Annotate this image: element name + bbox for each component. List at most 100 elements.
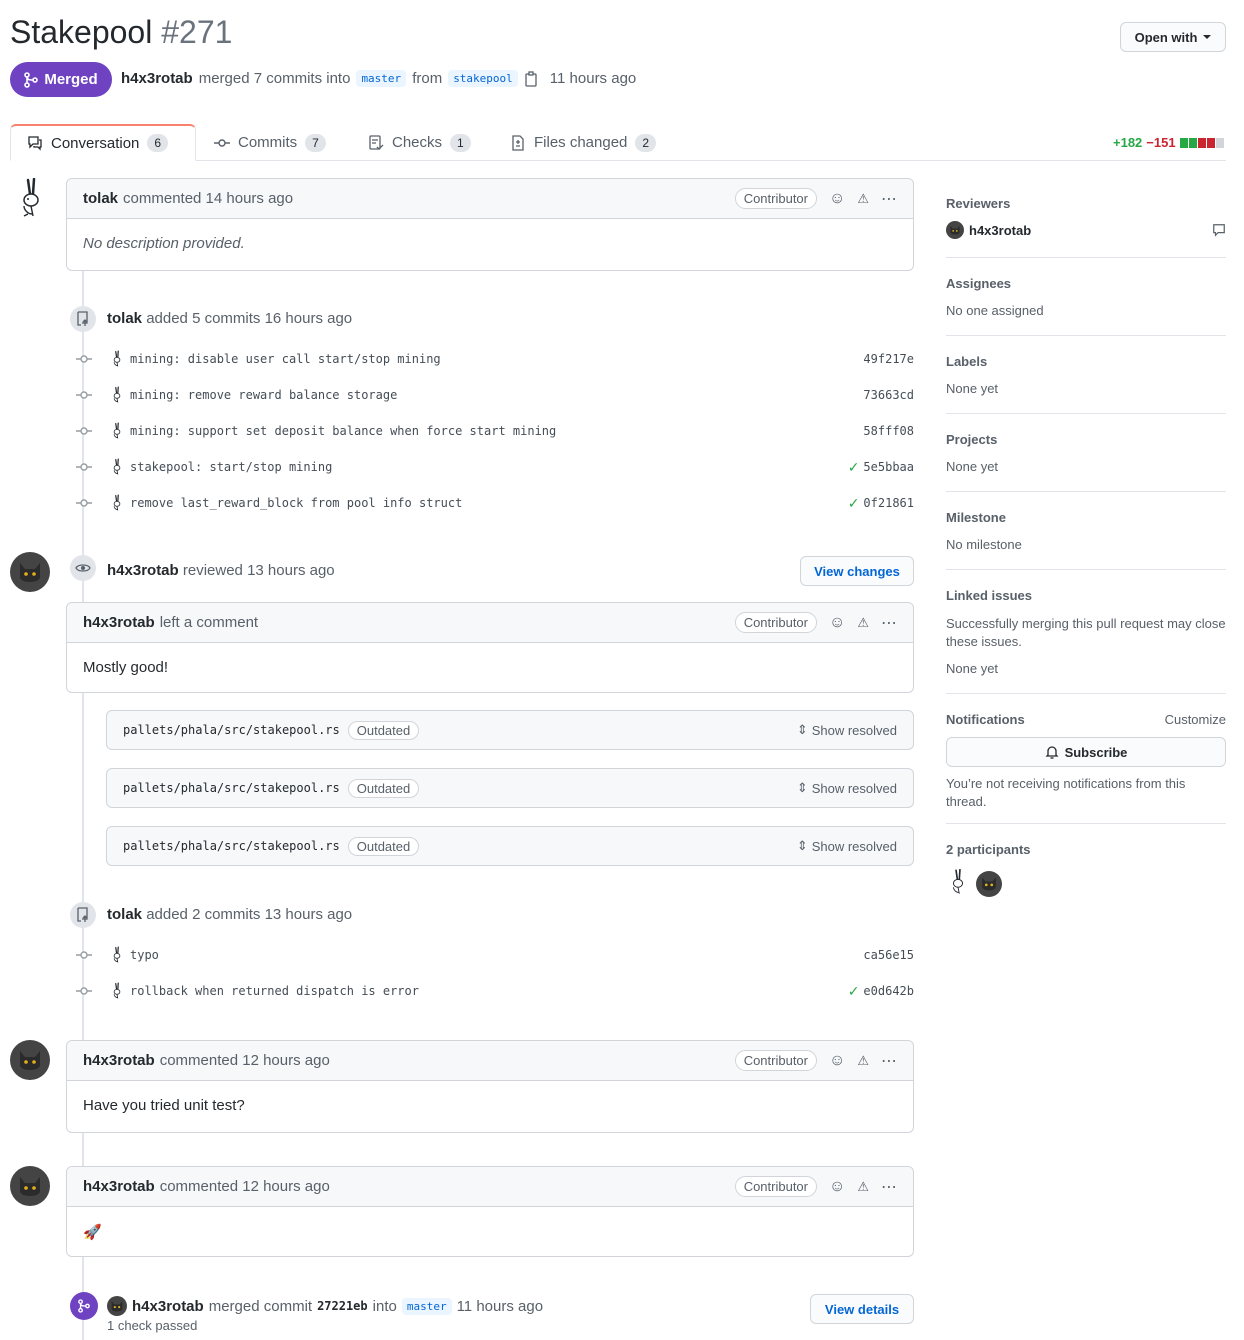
commit-sha[interactable]: 5e5bbaa [863, 460, 914, 474]
commit-message[interactable]: mining: support set deposit balance when… [130, 424, 556, 438]
sidebar-value: No milestone [946, 537, 1022, 552]
check-icon[interactable]: ✓ [848, 983, 860, 1000]
kebab-horizontal-icon[interactable]: ⋯ [881, 1177, 897, 1197]
event-author[interactable]: h4x3rotab [107, 562, 179, 579]
subscribe-button[interactable]: Subscribe [946, 737, 1226, 767]
rabbit-avatar-icon[interactable] [110, 350, 124, 368]
show-resolved-button[interactable]: ⇕ Show resolved [797, 838, 897, 854]
commit-sha[interactable]: 0f21861 [863, 496, 914, 510]
review-thread-file[interactable]: pallets/phala/src/stakepool.rs Outdated … [106, 826, 914, 866]
tab-commits[interactable]: Commits 7 [198, 124, 342, 161]
avatar-h4x3rotab[interactable] [10, 552, 50, 592]
comment-author[interactable]: h4x3rotab [83, 1052, 155, 1069]
commit-message[interactable]: stakepool: start/stop mining [130, 460, 332, 474]
comment-body: Mostly good! [83, 659, 169, 676]
translate-icon[interactable]: ⚠︎ [857, 1179, 869, 1195]
translate-icon[interactable]: ⚠︎ [857, 615, 869, 631]
checklist-icon [369, 134, 384, 150]
comment-author[interactable]: h4x3rotab [83, 1178, 155, 1195]
avatar-h4x3rotab[interactable] [10, 1166, 50, 1206]
view-details-button[interactable]: View details [810, 1294, 914, 1324]
comment-body: Have you tried unit test? [83, 1097, 245, 1114]
smiley-icon[interactable]: ☺ [829, 190, 845, 208]
check-icon[interactable]: ✓ [848, 495, 860, 512]
sidebar-heading[interactable]: Reviewers [946, 196, 1226, 211]
sidebar-heading[interactable]: Projects [946, 432, 1226, 447]
caret-down-icon [1203, 35, 1212, 39]
review-thread-file[interactable]: pallets/phala/src/stakepool.rs Outdated … [106, 710, 914, 750]
rabbit-avatar-icon[interactable] [110, 946, 124, 964]
commit-sha[interactable]: ca56e15 [863, 948, 914, 962]
comment-author[interactable]: h4x3rotab [83, 614, 155, 631]
copy-icon[interactable] [524, 70, 538, 87]
file-path[interactable]: pallets/phala/src/stakepool.rs [123, 781, 340, 795]
sidebar-heading[interactable]: Assignees [946, 276, 1226, 291]
checks-status[interactable]: 1 check passed [107, 1318, 197, 1333]
customize-link[interactable]: Customize [1165, 712, 1226, 727]
commit-message[interactable]: remove last_reward_block from pool info … [130, 496, 462, 510]
avatar-tolak-small[interactable] [946, 868, 970, 898]
smiley-icon[interactable]: ☺ [829, 1178, 845, 1196]
smiley-icon[interactable]: ☺ [829, 1052, 845, 1070]
git-commit-icon [76, 459, 92, 475]
commit-row: mining: disable user call start/stop min… [76, 341, 914, 377]
review-thread-file[interactable]: pallets/phala/src/stakepool.rs Outdated … [106, 768, 914, 808]
git-commit-icon [76, 495, 92, 511]
open-with-button[interactable]: Open with [1120, 22, 1226, 52]
sidebar-description: You’re not receiving notifications from … [946, 776, 1186, 809]
commit-sha[interactable]: 58fff08 [863, 424, 914, 438]
base-branch[interactable]: master [401, 1297, 452, 1315]
avatar-h4x3rotab-small[interactable] [107, 1296, 127, 1316]
tab-checks[interactable]: Checks 1 [352, 124, 487, 161]
commit-message[interactable]: mining: remove reward balance storage [130, 388, 397, 402]
translate-icon[interactable]: ⚠︎ [857, 191, 869, 207]
tab-files-changed[interactable]: Files changed 2 [494, 124, 672, 161]
translate-icon[interactable]: ⚠︎ [857, 1053, 869, 1069]
comment-body: No description provided. [83, 235, 245, 252]
rabbit-avatar-icon[interactable] [110, 458, 124, 476]
avatar-h4x3rotab-small[interactable] [976, 870, 1002, 897]
bell-icon [1044, 746, 1059, 759]
rabbit-avatar-icon[interactable] [110, 982, 124, 1000]
rabbit-avatar-icon[interactable] [110, 494, 124, 512]
merge-commit-sha[interactable]: 27221eb [317, 1299, 368, 1313]
sidebar-heading[interactable]: Milestone [946, 510, 1226, 525]
commit-group-header: tolak added 2 commits 13 hours ago [107, 906, 353, 923]
rabbit-avatar-icon[interactable] [110, 386, 124, 404]
rabbit-avatar-icon [23, 177, 39, 217]
file-path[interactable]: pallets/phala/src/stakepool.rs [123, 723, 340, 737]
reviewer-item[interactable]: h4x3rotab [946, 221, 1226, 239]
file-path[interactable]: pallets/phala/src/stakepool.rs [123, 839, 340, 853]
comment-rocket: h4x3rotab commented 12 hours ago Contrib… [66, 1166, 914, 1257]
commit-message[interactable]: mining: disable user call start/stop min… [130, 352, 441, 366]
commit-message[interactable]: typo [130, 948, 159, 962]
check-icon[interactable]: ✓ [848, 459, 860, 476]
view-changes-button[interactable]: View changes [800, 556, 914, 586]
commit-message[interactable]: rollback when returned dispatch is error [130, 984, 419, 998]
additions-count: +182 [1113, 135, 1143, 150]
kebab-horizontal-icon[interactable]: ⋯ [881, 613, 897, 633]
show-resolved-button[interactable]: ⇕ Show resolved [797, 722, 897, 738]
kebab-horizontal-icon[interactable]: ⋯ [881, 1051, 897, 1071]
smiley-icon[interactable]: ☺ [829, 614, 845, 632]
comment-author[interactable]: tolak [83, 190, 118, 207]
event-author[interactable]: tolak [107, 310, 142, 327]
event-author[interactable]: tolak [107, 906, 142, 923]
rabbit-avatar-icon[interactable] [110, 422, 124, 440]
event-author[interactable]: h4x3rotab [132, 1298, 204, 1315]
show-resolved-button[interactable]: ⇕ Show resolved [797, 780, 897, 796]
tab-conversation[interactable]: Conversation 6 [10, 124, 196, 161]
commit-sha[interactable]: 73663cd [863, 388, 914, 402]
commit-sha[interactable]: e0d642b [863, 984, 914, 998]
tab-counter: 6 [147, 134, 169, 152]
sidebar-heading[interactable]: Labels [946, 354, 1226, 369]
comment-discussion-icon [28, 136, 42, 151]
commit-sha[interactable]: 49f217e [863, 352, 914, 366]
kebab-horizontal-icon[interactable]: ⋯ [881, 189, 897, 209]
comment-header: h4x3rotab left a comment Contributor ☺ ⚠… [67, 603, 913, 643]
avatar-h4x3rotab[interactable] [10, 1040, 50, 1080]
head-branch[interactable]: stakepool [448, 70, 518, 87]
avatar-tolak[interactable] [14, 177, 48, 221]
author-link[interactable]: h4x3rotab [121, 70, 193, 87]
base-branch[interactable]: master [356, 70, 407, 87]
